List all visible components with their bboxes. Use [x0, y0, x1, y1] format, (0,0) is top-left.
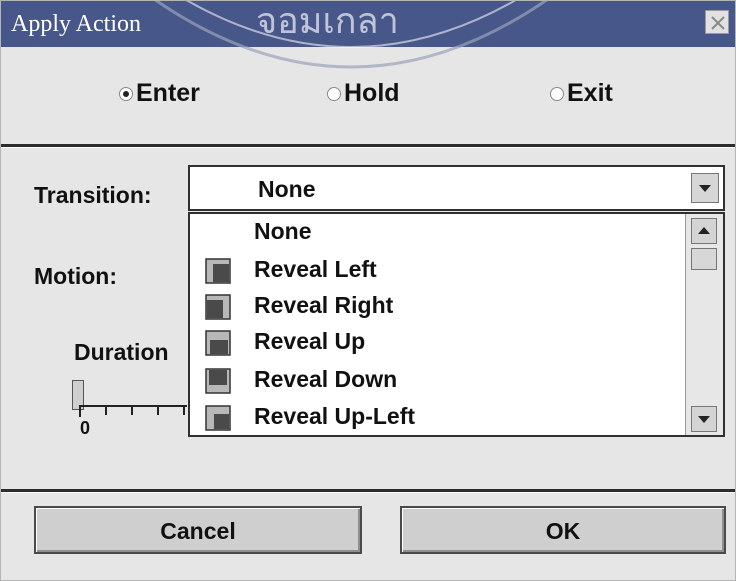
list-item-reveal-up-left[interactable]: Reveal Up-Left: [190, 399, 687, 435]
radio-hold-label: Hold: [344, 79, 400, 107]
duration-label: Duration: [74, 339, 169, 365]
reveal-right-icon: [205, 294, 231, 320]
radio-hold-indicator[interactable]: [327, 86, 341, 101]
transition-listbox[interactable]: None Reveal Left Reveal Right Reveal Up: [188, 212, 725, 437]
list-item-label: Reveal Down: [254, 366, 398, 392]
cancel-button-label: Cancel: [160, 518, 236, 544]
reveal-up-left-icon: [205, 405, 231, 431]
motion-label: Motion:: [34, 263, 118, 289]
close-icon: [711, 16, 725, 30]
scrollbar-thumb[interactable]: [691, 248, 717, 270]
radio-exit-label: Exit: [567, 79, 613, 107]
window-title: Apply Action: [11, 11, 141, 37]
list-item-reveal-down[interactable]: Reveal Down: [190, 362, 687, 399]
list-item-reveal-up[interactable]: Reveal Up: [190, 324, 687, 361]
scroll-up-button[interactable]: [691, 218, 717, 244]
transition-selected-value: None: [258, 176, 316, 202]
chevron-up-icon: [698, 227, 710, 234]
ok-button-label: OK: [545, 518, 581, 544]
transition-dropdown[interactable]: None: [188, 165, 725, 211]
transition-label: Transition:: [34, 182, 152, 208]
list-item-label: Reveal Up: [254, 328, 366, 354]
ok-button[interactable]: OK: [400, 506, 726, 554]
divider-top: [1, 144, 735, 148]
scroll-down-button[interactable]: [691, 406, 717, 432]
duration-min-label: 0: [80, 418, 91, 438]
reveal-up-icon: [205, 330, 231, 356]
list-item-label: Reveal Left: [254, 256, 377, 282]
list-item-reveal-right[interactable]: Reveal Right: [190, 288, 687, 325]
radio-enter[interactable]: Enter: [119, 79, 200, 108]
radio-hold[interactable]: Hold: [327, 79, 400, 108]
divider-bottom: [1, 489, 735, 493]
reveal-down-icon: [205, 368, 231, 394]
radio-exit-indicator[interactable]: [550, 86, 564, 101]
list-item-reveal-left[interactable]: Reveal Left: [190, 252, 687, 289]
apply-action-dialog: Apply Action จอมเกลา Enter Hold Exit Tra…: [0, 0, 736, 581]
list-item-label: Reveal Up-Left: [254, 403, 416, 429]
chevron-down-icon: [698, 416, 710, 423]
radio-enter-label: Enter: [136, 79, 200, 107]
cancel-button[interactable]: Cancel: [34, 506, 362, 554]
title-bar[interactable]: Apply Action: [1, 1, 735, 47]
transition-dropdown-button[interactable]: [691, 173, 719, 203]
close-button[interactable]: [705, 10, 729, 34]
listbox-scrollbar[interactable]: [685, 214, 723, 435]
reveal-left-icon: [205, 258, 231, 284]
list-item-label: None: [254, 218, 312, 244]
list-item-label: Reveal Right: [254, 292, 394, 318]
action-mode-group: Enter Hold Exit: [1, 79, 735, 115]
radio-exit[interactable]: Exit: [550, 79, 613, 108]
radio-enter-indicator[interactable]: [119, 86, 133, 101]
chevron-down-icon: [699, 185, 711, 192]
list-item-none[interactable]: None: [190, 214, 687, 251]
duration-ticks: [79, 405, 185, 417]
